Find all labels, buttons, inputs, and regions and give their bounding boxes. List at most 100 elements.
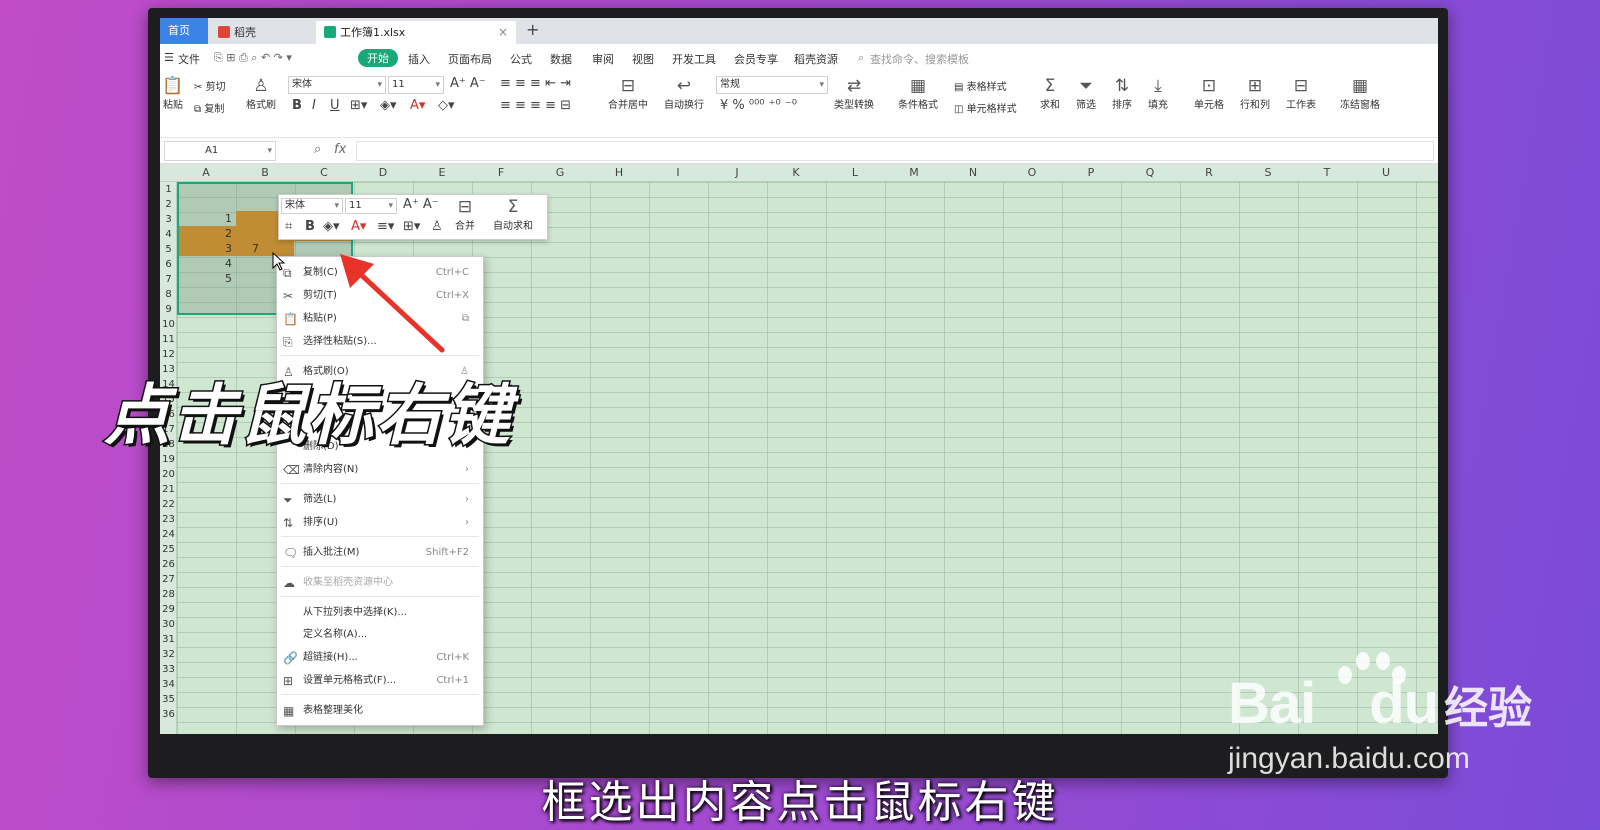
row-header-35[interactable]: 35 [160,694,177,705]
cell-style-button[interactable]: ◫ 单元格样式 [954,100,1017,115]
column-header-m[interactable]: M [904,166,924,179]
cell-button[interactable]: ⊡ 单元格 [1194,76,1224,111]
close-icon[interactable]: × [498,21,508,44]
freeze-panes-button[interactable]: ▦ 冻结窗格 [1340,76,1380,111]
column-header-c[interactable]: C [314,166,334,179]
column-header-k[interactable]: K [786,166,806,179]
mini-format-painter-icon[interactable]: ⌗ [285,219,292,234]
menu-layout[interactable]: 页面布局 [448,51,492,67]
menu-formula[interactable]: 公式 [510,51,532,67]
menu-item-define-name[interactable]: 定义名称(A)... [277,625,483,645]
menu-item-hyperlink[interactable]: 🔗 超链接(H)... Ctrl+K [277,648,483,668]
copy-button[interactable]: ⧉ 复制 [194,100,224,115]
number-format-icons[interactable]: ¥ % ⁰⁰⁰ ⁺⁰ ⁻⁰ [720,98,797,113]
menu-data[interactable]: 数据 [550,51,572,67]
row-header-34[interactable]: 34 [160,679,177,690]
column-header-f[interactable]: F [491,166,511,179]
menu-view[interactable]: 视图 [632,51,654,67]
column-header-q[interactable]: Q [1140,166,1160,179]
row-header-36[interactable]: 36 [160,709,177,720]
row-header-30[interactable]: 30 [160,619,177,630]
row-header-7[interactable]: 7 [160,274,177,285]
fill-button[interactable]: ⤓ 填充 [1148,76,1168,111]
column-header-p[interactable]: P [1081,166,1101,179]
column-header-u[interactable]: U [1376,166,1396,179]
column-header-i[interactable]: I [668,166,688,179]
row-header-32[interactable]: 32 [160,649,177,660]
paste-button[interactable]: 📋 粘贴 [160,76,186,111]
row-header-21[interactable]: 21 [160,484,177,495]
mini-size-select[interactable]: 11 [345,198,397,214]
underline-icon[interactable]: U [330,98,340,113]
mini-bold-icon[interactable]: B [305,219,315,234]
cell-a3[interactable]: 2 [192,227,232,240]
column-header-g[interactable]: G [550,166,570,179]
row-header-23[interactable]: 23 [160,514,177,525]
cell-a6[interactable]: 5 [192,272,232,285]
menu-item-format-cells[interactable]: ⊞ 设置单元格格式(F)... Ctrl+1 [277,671,483,691]
italic-icon[interactable]: I [312,98,316,113]
row-header-28[interactable]: 28 [160,589,177,600]
merge-center-button[interactable]: ⊟ 合并居中 [608,76,648,111]
cell-a5[interactable]: 4 [192,257,232,270]
table-style-button[interactable]: ▤ 表格样式 [954,78,1007,93]
column-header-d[interactable]: D [373,166,393,179]
menu-start[interactable]: 开始 [358,49,398,67]
row-header-3[interactable]: 3 [160,214,177,225]
column-header-r[interactable]: R [1199,166,1219,179]
tab-home[interactable]: 首页 [160,18,208,44]
row-header-4[interactable]: 4 [160,229,177,240]
formula-input[interactable] [356,141,1434,161]
paste-options-icon[interactable]: ⧉ [462,309,469,329]
add-tab-icon[interactable]: + [526,20,539,39]
column-header-o[interactable]: O [1022,166,1042,179]
row-header-6[interactable]: 6 [160,259,177,270]
column-header-e[interactable]: E [432,166,452,179]
bold-icon[interactable]: B [292,98,302,113]
row-header-22[interactable]: 22 [160,499,177,510]
cell-a2[interactable]: 1 [192,212,232,225]
column-header-l[interactable]: L [845,166,865,179]
mini-font-grow-icon[interactable]: A⁺ A⁻ [403,197,439,212]
row-header-5[interactable]: 5 [160,244,177,255]
row-header-10[interactable]: 10 [160,319,177,330]
column-header-s[interactable]: S [1258,166,1278,179]
mini-border-icon[interactable]: ⊞▾ [403,219,420,234]
search-icon[interactable]: ⌕ [858,51,864,65]
fill-color-icon[interactable]: ◈▾ [380,98,397,113]
column-header-a[interactable]: A [196,166,216,179]
mini-merge-button[interactable]: ⊟ 合并 [455,197,475,232]
row-header-25[interactable]: 25 [160,544,177,555]
cell-a4[interactable]: 3 [192,242,232,255]
menu-item-beautify[interactable]: ▦ 表格整理美化 [277,701,483,721]
font-size-grow-icon[interactable]: A⁺ A⁻ [450,76,486,91]
eraser-icon[interactable]: ◇▾ [438,98,455,113]
row-header-8[interactable]: 8 [160,289,177,300]
menu-item-clear[interactable]: ⌫ 清除内容(N) › [277,460,483,480]
row-header-24[interactable]: 24 [160,529,177,540]
row-header-29[interactable]: 29 [160,604,177,615]
hamburger-icon[interactable]: ☰ [164,51,174,64]
mini-brush-icon[interactable]: ♙ [431,219,443,234]
menu-file[interactable]: 文件 [178,51,200,67]
mini-fill-color-icon[interactable]: ◈▾ [323,219,340,234]
quick-access-icons[interactable]: ⎘ ⊞ ⎙ ⌕ ↶ ↷ ▾ [214,51,292,65]
number-format-select[interactable]: 常规 [716,76,828,94]
row-header-20[interactable]: 20 [160,469,177,480]
menu-item-sort[interactable]: ⇅ 排序(U) › [277,513,483,533]
menu-member[interactable]: 会员专享 [734,51,778,67]
menu-item-pick-list[interactable]: 从下拉列表中选择(K)... [277,603,483,623]
sort-button[interactable]: ⇅ 排序 [1112,76,1132,111]
name-box[interactable]: A1 [164,141,276,161]
fx-icon[interactable]: fx [334,142,346,157]
font-size-select[interactable]: 11 [388,76,444,94]
row-header-1[interactable]: 1 [160,184,177,195]
filter-button[interactable]: ⏷ 筛选 [1076,76,1096,111]
menu-insert[interactable]: 插入 [408,51,430,67]
type-convert-button[interactable]: ⇄ 类型转换 [834,76,874,111]
mini-align-icon[interactable]: ≡▾ [377,219,394,234]
worksheet-button[interactable]: ⊟ 工作表 [1286,76,1316,111]
font-select[interactable]: 宋体 [288,76,386,94]
cell-c7[interactable]: 7 [252,242,272,255]
row-col-button[interactable]: ⊞ 行和列 [1240,76,1270,111]
